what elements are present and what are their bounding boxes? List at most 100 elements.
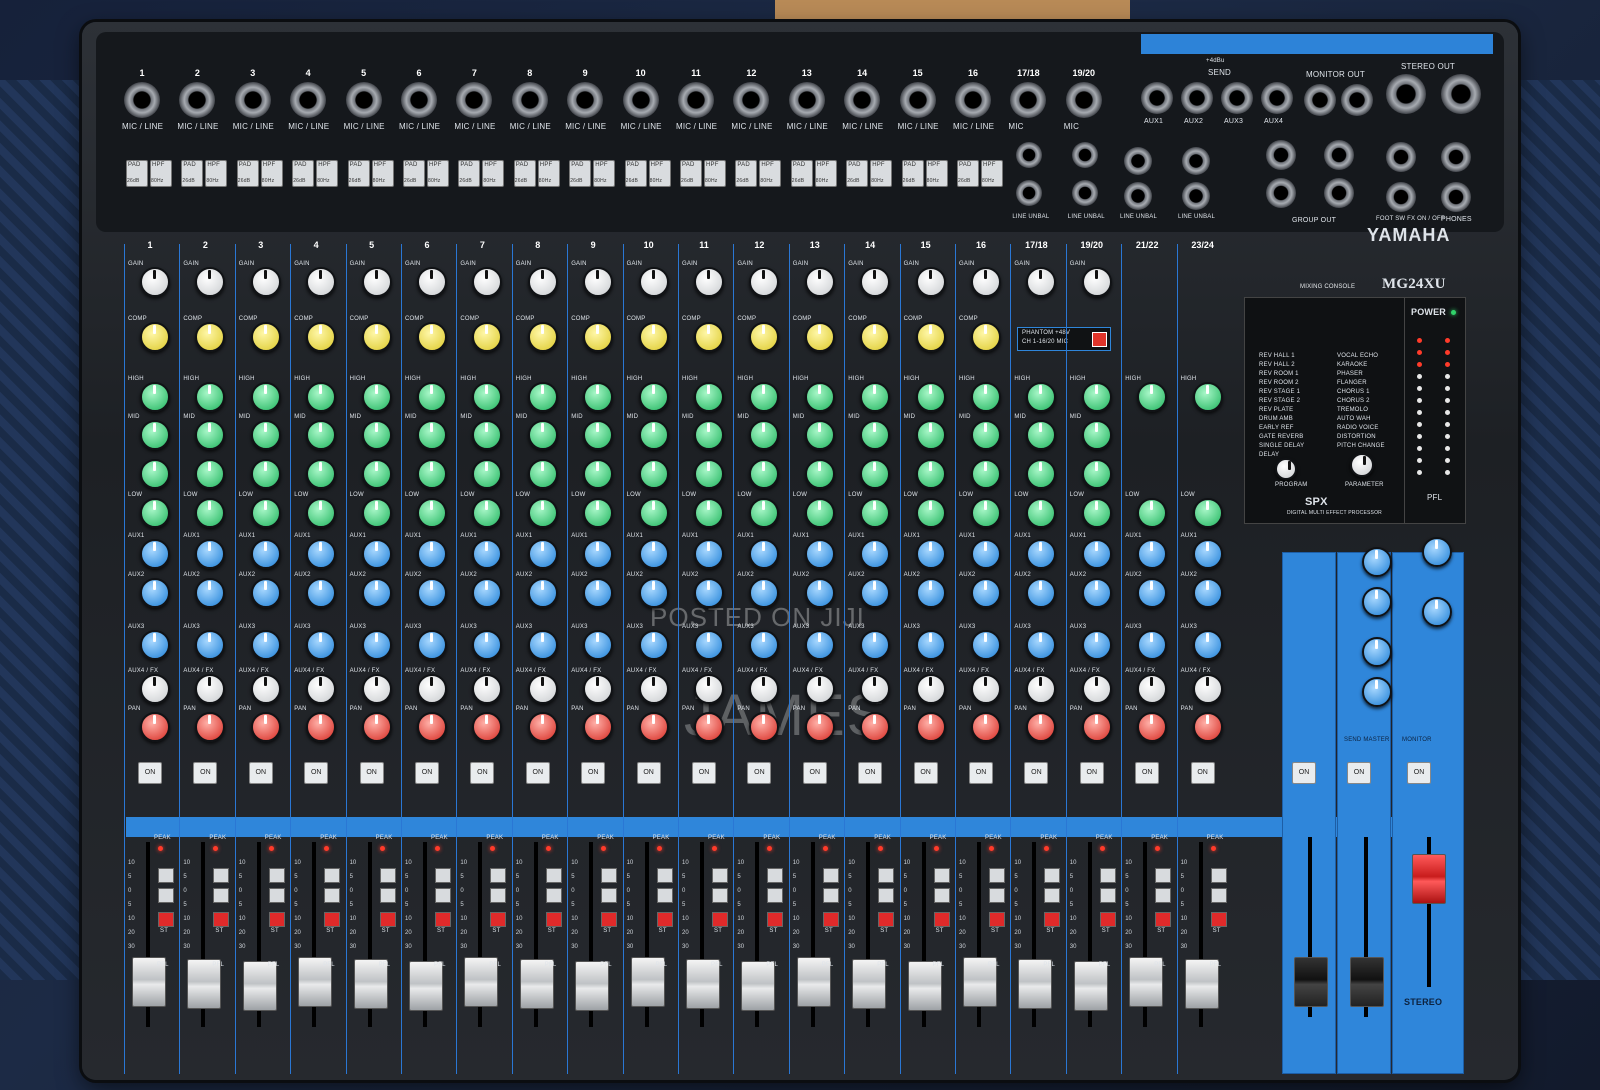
aux1-knob[interactable]	[694, 539, 724, 569]
comp-knob[interactable]	[417, 322, 447, 352]
channel-on-button[interactable]: ON	[802, 762, 827, 784]
aux3-knob[interactable]	[140, 630, 170, 660]
channel-on-button[interactable]: ON	[304, 762, 329, 784]
low-knob[interactable]	[915, 498, 946, 528]
mid-knob[interactable]	[860, 420, 891, 450]
low-knob[interactable]	[417, 498, 447, 528]
mic-line-jack[interactable]	[290, 82, 327, 118]
high-knob[interactable]	[971, 382, 1001, 412]
mid-freq-knob[interactable]	[361, 459, 392, 489]
channel-on-button[interactable]: ON	[248, 762, 273, 784]
comp-knob[interactable]	[860, 322, 891, 352]
aux2-knob[interactable]	[306, 578, 337, 608]
aux2-knob[interactable]	[417, 578, 447, 608]
pan-knob[interactable]	[306, 712, 337, 742]
aux4-knob[interactable]	[694, 674, 724, 704]
comp-knob[interactable]	[306, 322, 337, 352]
group-assign-button[interactable]	[545, 868, 562, 883]
group-assign-button[interactable]	[324, 888, 341, 903]
mid-freq-knob[interactable]	[417, 459, 447, 489]
send-master-knob[interactable]	[1422, 537, 1452, 567]
mid-freq-knob[interactable]	[971, 459, 1001, 489]
channel-on-button[interactable]: ON	[747, 762, 772, 784]
gain-knob[interactable]	[583, 267, 614, 297]
channel-on-button[interactable]: ON	[581, 762, 606, 784]
channel-fader[interactable]	[575, 961, 610, 1011]
stereo-assign-button[interactable]	[1099, 912, 1116, 927]
mic-line-jack[interactable]	[788, 82, 825, 118]
mid-knob[interactable]	[804, 420, 835, 450]
pan-knob[interactable]	[694, 712, 724, 742]
line-input-jack[interactable]	[1124, 182, 1152, 210]
channel-on-button[interactable]: ON	[858, 762, 883, 784]
low-knob[interactable]	[638, 498, 669, 528]
gain-knob[interactable]	[140, 267, 170, 297]
aux2-knob[interactable]	[694, 578, 724, 608]
aux3-knob[interactable]	[860, 630, 891, 660]
pan-knob[interactable]	[583, 712, 614, 742]
aux2-knob[interactable]	[361, 578, 392, 608]
comp-knob[interactable]	[694, 322, 724, 352]
group-assign-button[interactable]	[822, 888, 839, 903]
group-assign-button[interactable]	[1155, 888, 1172, 903]
gain-knob[interactable]	[638, 267, 669, 297]
aux2-knob[interactable]	[1081, 578, 1112, 608]
aux2-knob[interactable]	[971, 578, 1001, 608]
group-assign-button[interactable]	[712, 868, 728, 883]
mid-freq-knob[interactable]	[915, 459, 946, 489]
group-assign-button[interactable]	[878, 868, 895, 883]
low-knob[interactable]	[694, 498, 724, 528]
low-knob[interactable]	[1081, 498, 1112, 528]
group-assign-button[interactable]	[1099, 868, 1116, 883]
stereo-assign-button[interactable]	[822, 912, 839, 927]
group-assign-button[interactable]	[379, 868, 396, 883]
channel-on-button[interactable]: ON	[193, 762, 218, 784]
aux1-knob[interactable]	[306, 539, 337, 569]
mid-knob[interactable]	[915, 420, 946, 450]
high-knob[interactable]	[140, 382, 170, 412]
channel-on-button[interactable]: ON	[692, 762, 716, 784]
high-knob[interactable]	[860, 382, 891, 412]
aux4-knob[interactable]	[306, 674, 337, 704]
mid-knob[interactable]	[971, 420, 1001, 450]
stereo-assign-button[interactable]	[1044, 912, 1061, 927]
aux4-knob[interactable]	[140, 674, 170, 704]
aux2-knob[interactable]	[915, 578, 946, 608]
mic-line-jack[interactable]	[678, 82, 714, 118]
aux1-knob[interactable]	[417, 539, 447, 569]
mid-freq-knob[interactable]	[250, 459, 281, 489]
aux2-knob[interactable]	[638, 578, 669, 608]
stereo-assign-button[interactable]	[158, 912, 174, 927]
mid-knob[interactable]	[417, 420, 447, 450]
channel-fader[interactable]	[741, 961, 776, 1011]
group-assign-button[interactable]	[213, 888, 230, 903]
pan-knob[interactable]	[1137, 712, 1168, 742]
high-knob[interactable]	[417, 382, 447, 412]
line-input-jack[interactable]	[1016, 142, 1043, 168]
mid-freq-knob[interactable]	[306, 459, 337, 489]
send-master-knob[interactable]	[1362, 547, 1392, 577]
low-knob[interactable]	[804, 498, 835, 528]
stereo-assign-button[interactable]	[213, 912, 230, 927]
low-knob[interactable]	[140, 498, 170, 528]
pan-knob[interactable]	[971, 712, 1001, 742]
gain-knob[interactable]	[915, 267, 946, 297]
stereo-out-xlr[interactable]	[1441, 74, 1481, 114]
mic-line-jack[interactable]	[345, 82, 382, 118]
aux1-knob[interactable]	[638, 539, 669, 569]
group-assign-button[interactable]	[878, 888, 895, 903]
aux3-knob[interactable]	[1137, 630, 1168, 660]
send-master-knob[interactable]	[1362, 587, 1392, 617]
group-assign-button[interactable]	[545, 888, 562, 903]
stereo-assign-button[interactable]	[435, 912, 451, 927]
send-master-fader[interactable]	[1350, 957, 1384, 1007]
high-knob[interactable]	[1137, 382, 1168, 412]
stereo-assign-button[interactable]	[545, 912, 562, 927]
low-knob[interactable]	[1137, 498, 1168, 528]
mid-knob[interactable]	[583, 420, 614, 450]
gain-knob[interactable]	[971, 267, 1001, 297]
group-assign-button[interactable]	[989, 868, 1005, 883]
channel-fader[interactable]	[409, 961, 443, 1011]
mid-knob[interactable]	[527, 420, 558, 450]
aux1-knob[interactable]	[804, 539, 835, 569]
